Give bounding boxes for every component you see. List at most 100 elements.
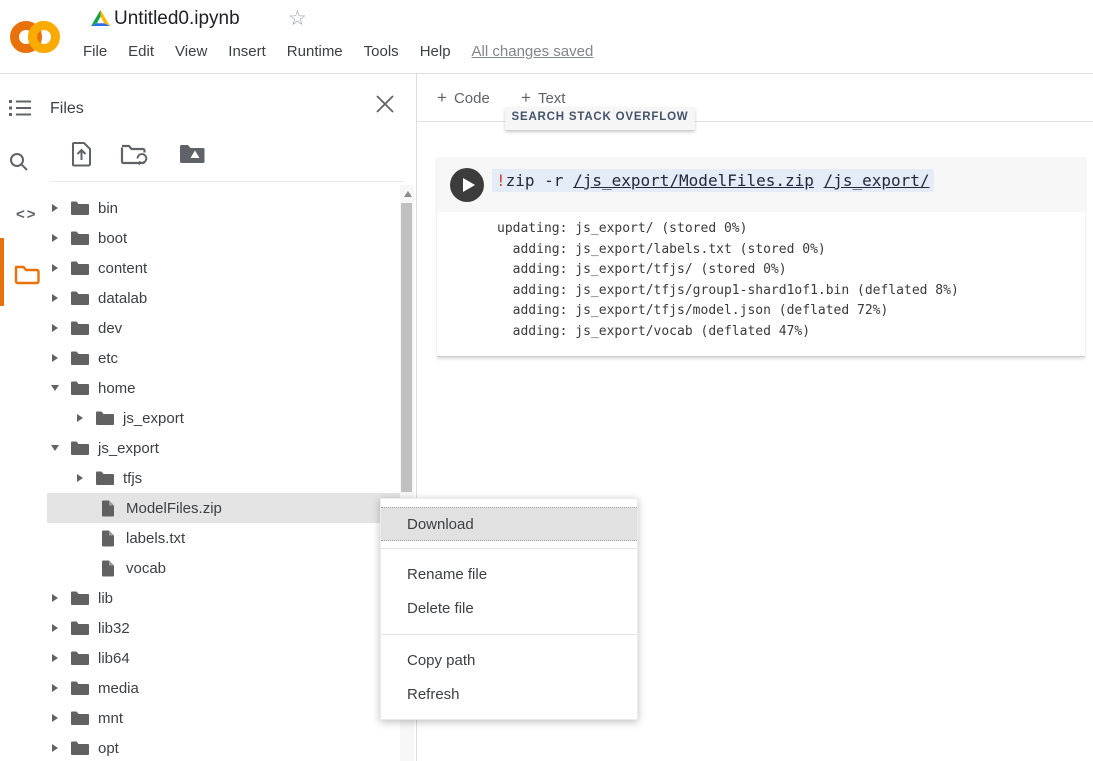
notebook-title[interactable]: Untitled0.ipynb xyxy=(114,8,240,30)
menu-runtime[interactable]: Runtime xyxy=(287,43,343,60)
folder-icon xyxy=(95,470,115,486)
tree-item-content[interactable]: content xyxy=(47,253,400,283)
save-status[interactable]: All changes saved xyxy=(472,43,594,60)
context-menu-delete-file[interactable]: Delete file xyxy=(381,591,637,625)
tree-item-label: datalab xyxy=(98,290,147,307)
tree-item-boot[interactable]: boot xyxy=(47,223,400,253)
chevron-right-icon[interactable] xyxy=(50,294,60,302)
tree-item-label: lib64 xyxy=(98,650,130,667)
run-cell-button[interactable] xyxy=(450,168,484,202)
folder-icon xyxy=(70,290,90,306)
search-icon[interactable] xyxy=(9,152,29,172)
code-snippets-icon[interactable]: <> xyxy=(16,206,38,223)
output-line: adding: js_export/vocab (deflated 47%) xyxy=(497,322,959,343)
code-cell: !zip -r /js_export/ModelFiles.zip /js_ex… xyxy=(437,157,1085,357)
chevron-down-icon[interactable] xyxy=(50,445,60,451)
star-icon[interactable]: ☆ xyxy=(288,6,307,31)
files-scrollbar-thumb[interactable] xyxy=(401,203,412,492)
add-code-button[interactable]: + Code xyxy=(437,84,490,112)
tree-item-label: home xyxy=(98,380,136,397)
chevron-right-icon[interactable] xyxy=(50,714,60,722)
file-icon xyxy=(101,530,115,547)
refresh-folder-icon[interactable] xyxy=(120,142,148,167)
play-icon xyxy=(463,178,475,192)
header-divider xyxy=(0,73,1093,74)
tree-item-label: lib32 xyxy=(98,620,130,637)
chevron-right-icon[interactable] xyxy=(50,624,60,632)
tree-item-dev[interactable]: dev xyxy=(47,313,400,343)
tree-item-label: vocab xyxy=(126,560,166,577)
folder-icon xyxy=(70,620,90,636)
folder-icon xyxy=(70,740,90,756)
tree-item-lib32[interactable]: lib32 xyxy=(47,613,400,643)
menu-view[interactable]: View xyxy=(175,43,207,60)
context-menu-refresh[interactable]: Refresh xyxy=(381,677,637,711)
table-of-contents-icon[interactable] xyxy=(9,99,31,117)
menu-separator xyxy=(381,634,637,635)
menu-tools[interactable]: Tools xyxy=(364,43,399,60)
chevron-down-icon[interactable] xyxy=(50,385,60,391)
menu-insert[interactable]: Insert xyxy=(228,43,266,60)
chevron-right-icon[interactable] xyxy=(50,354,60,362)
menu-edit[interactable]: Edit xyxy=(128,43,154,60)
folder-icon xyxy=(70,680,90,696)
menu-file[interactable]: File xyxy=(83,43,107,60)
tree-item-tfjs[interactable]: tfjs xyxy=(47,463,400,493)
chevron-right-icon[interactable] xyxy=(50,324,60,332)
tree-item-opt[interactable]: opt xyxy=(47,733,400,761)
folder-icon xyxy=(70,230,90,246)
files-tab-folder-icon[interactable] xyxy=(14,263,40,285)
scrollbar-up-arrow-icon[interactable] xyxy=(404,191,412,197)
tree-item-vocab[interactable]: vocab xyxy=(47,553,400,583)
chevron-right-icon[interactable] xyxy=(50,264,60,272)
tree-item-media[interactable]: media xyxy=(47,673,400,703)
chevron-right-icon[interactable] xyxy=(50,234,60,242)
tree-item-js-export[interactable]: js_export xyxy=(47,433,400,463)
tree-item-label: dev xyxy=(98,320,122,337)
tree-item-bin[interactable]: bin xyxy=(47,193,400,223)
tree-item-etc[interactable]: etc xyxy=(47,343,400,373)
output-line: adding: js_export/tfjs/model.json (defla… xyxy=(497,301,959,322)
chevron-right-icon[interactable] xyxy=(50,204,60,212)
close-panel-icon[interactable] xyxy=(374,93,398,117)
context-menu-download[interactable]: Download xyxy=(381,507,637,541)
chevron-right-icon[interactable] xyxy=(75,414,85,422)
tree-item-datalab[interactable]: datalab xyxy=(47,283,400,313)
context-menu-rename-file[interactable]: Rename file xyxy=(381,557,637,591)
code-token-command: zip -r xyxy=(506,171,573,190)
folder-icon xyxy=(70,650,90,666)
code-line[interactable]: !zip -r /js_export/ModelFiles.zip /js_ex… xyxy=(492,171,934,190)
code-token-zip-path[interactable]: /js_export/ModelFiles.zip xyxy=(573,171,814,190)
tree-item-lib[interactable]: lib xyxy=(47,583,400,613)
tree-item-label: media xyxy=(98,680,139,697)
plus-icon: + xyxy=(437,88,447,108)
chevron-right-icon[interactable] xyxy=(50,654,60,662)
upload-file-icon[interactable] xyxy=(70,141,94,167)
folder-icon xyxy=(70,320,90,336)
chevron-right-icon[interactable] xyxy=(75,474,85,482)
folder-icon xyxy=(70,440,90,456)
output-line: updating: js_export/ (stored 0%) xyxy=(497,219,959,240)
add-text-label: Text xyxy=(538,90,566,107)
chevron-right-icon[interactable] xyxy=(50,744,60,752)
tree-item-label: etc xyxy=(98,350,118,367)
chevron-right-icon[interactable] xyxy=(50,594,60,602)
tree-item-label: mnt xyxy=(98,710,123,727)
menu-help[interactable]: Help xyxy=(420,43,451,60)
folder-icon xyxy=(70,200,90,216)
menu-separator xyxy=(381,548,637,549)
tree-item-labels-txt[interactable]: labels.txt xyxy=(47,523,400,553)
tree-item-js-export-home[interactable]: js_export xyxy=(47,403,400,433)
colab-logo-icon[interactable] xyxy=(8,10,62,64)
panel-separator xyxy=(50,181,404,182)
context-menu-copy-path[interactable]: Copy path xyxy=(381,643,637,677)
mount-drive-icon[interactable] xyxy=(178,143,206,165)
tree-item-modelfiles-zip[interactable]: ModelFiles.zip xyxy=(47,493,400,523)
search-stack-overflow-button[interactable]: SEARCH STACK OVERFLOW xyxy=(505,107,695,130)
tree-item-home[interactable]: home xyxy=(47,373,400,403)
chevron-right-icon[interactable] xyxy=(50,684,60,692)
code-token-dir-path[interactable]: /js_export/ xyxy=(824,171,930,190)
folder-icon xyxy=(70,260,90,276)
tree-item-mnt[interactable]: mnt xyxy=(47,703,400,733)
tree-item-lib64[interactable]: lib64 xyxy=(47,643,400,673)
